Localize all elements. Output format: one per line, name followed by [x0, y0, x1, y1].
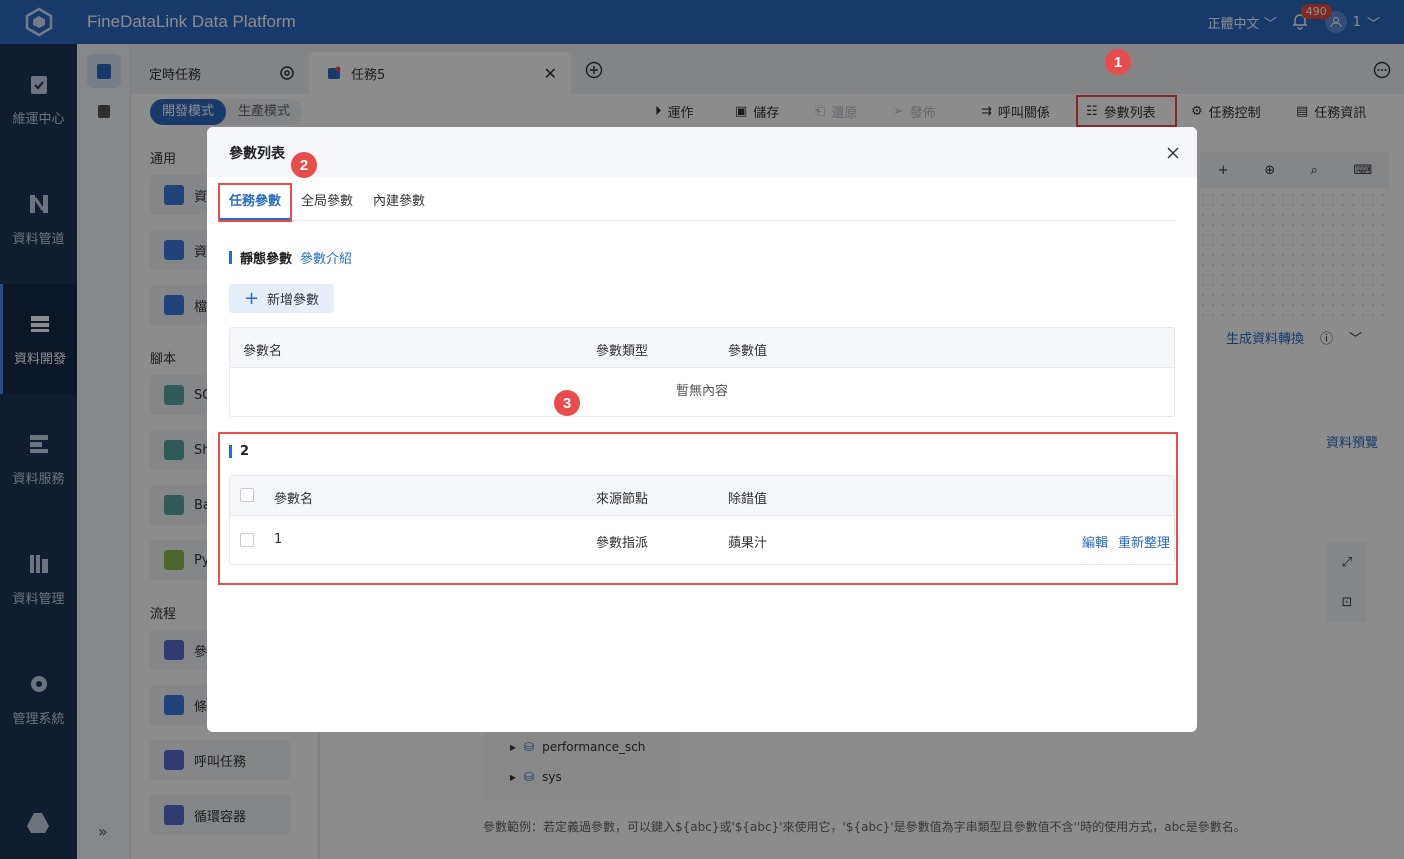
- add-param-label: 新增參數: [267, 293, 320, 308]
- param-intro-link[interactable]: 參數介紹: [300, 248, 352, 267]
- annotation-marker-3: 3: [554, 390, 580, 416]
- tab-builtin-params[interactable]: 內建參數: [363, 183, 435, 220]
- dialog-header: 參數列表: [207, 127, 1197, 177]
- annotation-box-3: [218, 432, 1178, 585]
- close-icon[interactable]: [1167, 147, 1179, 159]
- dialog-title: 參數列表: [229, 146, 285, 162]
- empty-state: 暫無內容: [675, 384, 728, 399]
- tab-global-params[interactable]: 全局參數: [291, 183, 363, 220]
- annotation-marker-2: 2: [291, 152, 317, 178]
- section-label: 靜態參數: [240, 252, 293, 267]
- param-list-dialog: 參數列表 任務參數 全局參數 內建參數 靜態參數 參數介紹 + 新增參數 參數名 …: [207, 127, 1197, 732]
- col-param-type: 參數類型: [596, 344, 649, 359]
- static-params-section: 靜態參數 參數介紹: [229, 248, 352, 267]
- annotation-marker-1: 1: [1105, 49, 1131, 75]
- col-param-name: 參數名: [243, 344, 283, 359]
- plus-icon: +: [243, 288, 260, 309]
- static-params-table: 參數名 參數類型 參數值 暫無內容: [229, 327, 1175, 417]
- col-param-value: 參數值: [728, 344, 768, 359]
- annotation-box-2: [218, 183, 292, 222]
- table-header: 參數名 參數類型 參數值: [230, 328, 1174, 368]
- dialog-tabs: 任務參數 全局參數 內建參數: [219, 183, 1175, 221]
- add-param-button[interactable]: + 新增參數: [229, 284, 334, 313]
